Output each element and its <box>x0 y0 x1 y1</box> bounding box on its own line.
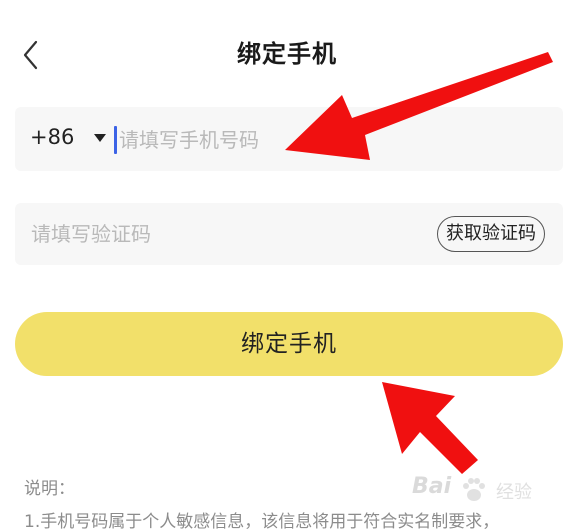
country-code-selector[interactable]: +86 <box>30 125 74 149</box>
baidu-watermark: Bai 经验 <box>384 470 564 510</box>
phone-input[interactable] <box>119 121 539 159</box>
watermark-text: Bai <box>412 474 452 499</box>
paw-logo-icon <box>463 478 485 501</box>
notes-line-1: 1.手机号码属于个人敏感信息，该信息将用于符合实名制要求， <box>24 512 500 532</box>
watermark-subtext: 经验 <box>496 482 532 503</box>
verification-code-input[interactable] <box>31 215 411 253</box>
bind-phone-button[interactable]: 绑定手机 <box>15 312 563 376</box>
notes-title: 说明： <box>24 479 75 499</box>
text-cursor <box>114 126 117 154</box>
get-code-button[interactable]: 获取验证码 <box>437 216 545 252</box>
phone-field-row: +86 <box>15 107 563 171</box>
red-arrow-to-bind-button <box>382 382 478 474</box>
caret-down-icon[interactable] <box>94 134 106 142</box>
page-title: 绑定手机 <box>237 40 337 68</box>
code-field-row: 获取验证码 <box>15 203 563 265</box>
